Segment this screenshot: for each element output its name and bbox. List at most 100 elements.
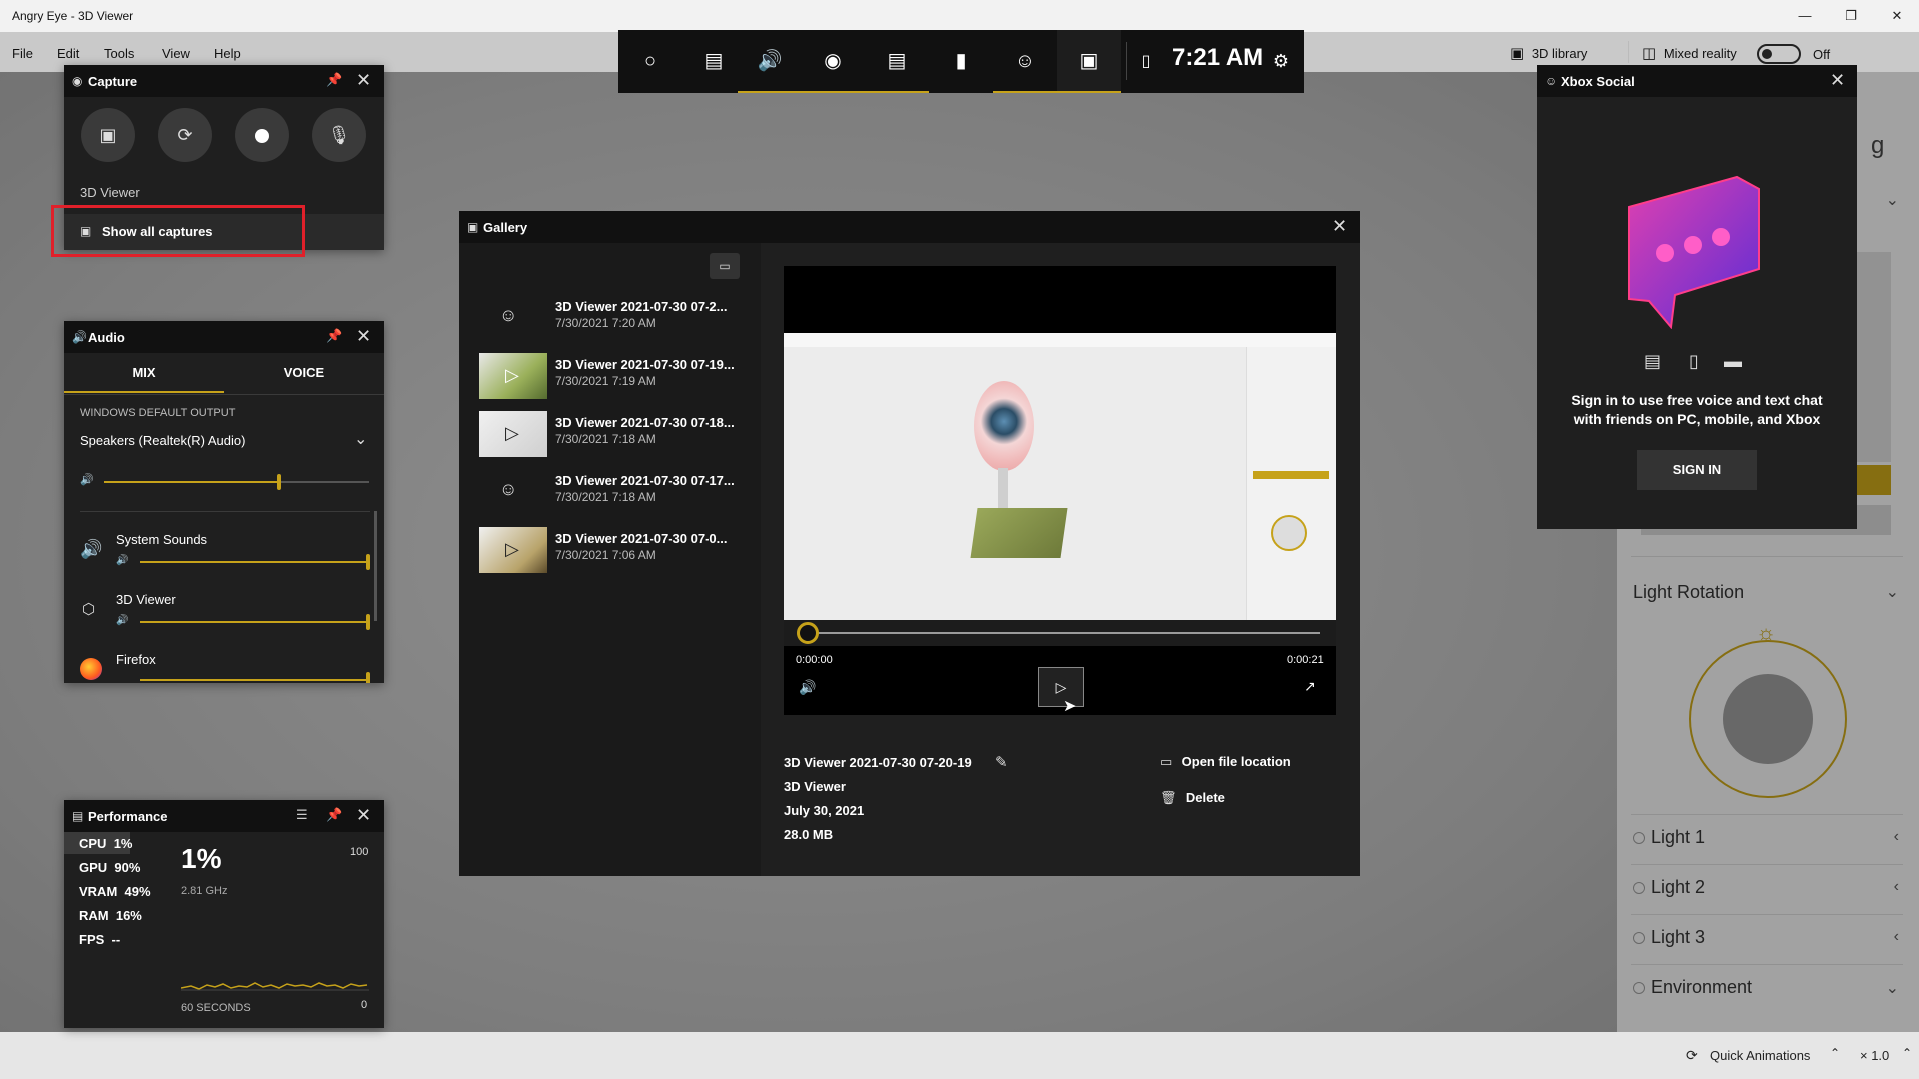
resources-widget-icon[interactable]: ▮: [929, 30, 993, 93]
mic-toggle-button[interactable]: 🎙: [312, 108, 366, 162]
capture-source: 3D Viewer: [80, 185, 140, 200]
close-icon[interactable]: ✕: [356, 805, 371, 826]
play-button[interactable]: ▷: [1038, 667, 1084, 707]
play-icon: ▷: [1055, 679, 1067, 695]
sign-in-message: Sign in to use free voice and text chat …: [1571, 392, 1823, 427]
tab-voice[interactable]: VOICE: [224, 353, 384, 393]
stat-gpu[interactable]: GPU 90%: [79, 860, 140, 875]
audio-widget: 🔊 Audio 📌 ✕ MIX VOICE WINDOWS DEFAULT OU…: [64, 321, 384, 683]
app-name: Firefox: [116, 652, 156, 667]
video-thumbnail: ▷: [479, 527, 547, 573]
stat-cpu[interactable]: CPU 1%: [79, 836, 132, 851]
output-device[interactable]: Speakers (Realtek(R) Audio): [80, 433, 245, 448]
capture-app: 3D Viewer: [784, 779, 846, 794]
library-button[interactable]: ▣ 3D library: [1510, 44, 1587, 62]
app-volume-thumb[interactable]: [366, 672, 370, 683]
pin-icon[interactable]: 📌: [326, 328, 342, 344]
time-current: 0:00:00: [796, 654, 833, 666]
scrollbar[interactable]: [374, 511, 377, 621]
pin-icon[interactable]: 📌: [326, 72, 342, 88]
stat-fps[interactable]: FPS --: [79, 932, 120, 947]
chevron-up-icon[interactable]: ⌃: [1902, 1046, 1912, 1060]
speed-multiplier[interactable]: × 1.0: [1860, 1048, 1889, 1063]
xbox-icon[interactable]: ○: [618, 30, 682, 93]
chevron-up-icon[interactable]: ⌃: [1830, 1046, 1840, 1060]
menu-tools[interactable]: Tools: [104, 46, 134, 61]
pin-icon[interactable]: 📌: [326, 807, 342, 823]
xbox-social-header: ☺ Xbox Social ✕: [1537, 65, 1857, 97]
close-icon[interactable]: ✕: [1830, 70, 1845, 91]
video-side-panel: [1246, 347, 1336, 620]
app-name: System Sounds: [116, 532, 208, 547]
item-title: 3D Viewer 2021-07-30 07-17...: [555, 473, 735, 488]
app-volume-slider[interactable]: [140, 621, 370, 623]
performance-graph: [181, 982, 369, 991]
menu-help[interactable]: Help: [214, 46, 241, 61]
open-file-location-button[interactable]: ▭ Open file location: [1160, 754, 1291, 770]
item-title: 3D Viewer 2021-07-30 07-0...: [555, 531, 728, 546]
capture-name: 3D Viewer 2021-07-30 07-20-19: [784, 755, 972, 770]
stat-ram[interactable]: RAM 16%: [79, 908, 142, 923]
settings-gear-icon[interactable]: ⚙: [1258, 30, 1304, 93]
performance-widget-icon[interactable]: ▤: [865, 30, 929, 93]
mouse-icon[interactable]: ▯: [1126, 30, 1166, 93]
close-window-button[interactable]: ✕: [1877, 4, 1917, 28]
sign-in-button[interactable]: SIGN IN: [1637, 450, 1757, 490]
tab-mix[interactable]: MIX: [64, 353, 224, 393]
screenshot-placeholder-icon: ☺: [499, 305, 518, 325]
progress-track[interactable]: [810, 632, 1320, 634]
quick-animations-button[interactable]: Quick Animations: [1710, 1048, 1810, 1063]
close-icon[interactable]: ✕: [356, 70, 371, 91]
close-icon[interactable]: ✕: [1332, 216, 1347, 237]
master-volume-thumb[interactable]: [276, 474, 281, 490]
xbox-social-widget-icon[interactable]: ☺: [993, 30, 1057, 93]
app-volume-slider[interactable]: [140, 679, 370, 681]
progress-thumb[interactable]: [797, 622, 819, 644]
eye-model: [974, 381, 1034, 471]
stat-vram[interactable]: VRAM 49%: [79, 884, 151, 899]
close-icon[interactable]: ✕: [356, 326, 371, 347]
xbox-social-title: Xbox Social: [1561, 74, 1635, 89]
list-item[interactable]: ▷ 3D Viewer 2021-07-30 07-18... 7/30/202…: [479, 411, 759, 465]
menu-view[interactable]: View: [162, 46, 190, 61]
mixed-reality-toggle[interactable]: [1757, 44, 1801, 64]
start-recording-button[interactable]: [235, 108, 289, 162]
audio-widget-icon[interactable]: 🔊: [738, 30, 802, 93]
screenshot-button[interactable]: ▣: [81, 108, 135, 162]
mixed-reality-icon: ◫: [1642, 45, 1657, 62]
app-volume-thumb[interactable]: [366, 554, 370, 570]
list-item[interactable]: ☺ 3D Viewer 2021-07-30 07-17... 7/30/202…: [479, 469, 759, 523]
friends-icon: ☺: [1545, 74, 1558, 88]
popout-icon[interactable]: ↗: [1304, 678, 1316, 695]
master-volume-fill: [104, 481, 279, 483]
mixed-reality-button[interactable]: ◫ Mixed reality: [1642, 44, 1737, 62]
record-last-button[interactable]: ⟳: [158, 108, 212, 162]
video-frame: [784, 333, 1336, 620]
cube-icon: ▣: [1510, 45, 1525, 62]
library-label: 3D library: [1531, 46, 1588, 61]
menu-file[interactable]: File: [12, 46, 33, 61]
widget-menu-icon[interactable]: ▤: [682, 30, 746, 93]
menu-edit[interactable]: Edit: [57, 46, 79, 61]
app-volume-thumb[interactable]: [366, 614, 370, 630]
volume-icon[interactable]: 🔊: [799, 679, 816, 696]
screenshot-placeholder-icon: ☺: [499, 479, 518, 499]
options-icon[interactable]: ☰: [296, 807, 308, 823]
folder-icon[interactable]: ▭: [710, 253, 740, 279]
maximize-button[interactable]: ❐: [1831, 4, 1871, 28]
minimize-button[interactable]: —: [1785, 4, 1825, 28]
capture-widget-icon[interactable]: ◉: [801, 30, 865, 93]
edit-pencil-icon[interactable]: ✎: [995, 753, 1008, 771]
volume-icon: 🔊: [80, 474, 94, 486]
animation-icon: ⟳: [1686, 1047, 1698, 1063]
list-item[interactable]: ▷ 3D Viewer 2021-07-30 07-19... 7/30/202…: [479, 353, 759, 407]
delete-button[interactable]: 🗑 Delete: [1160, 790, 1225, 806]
gallery-title: Gallery: [483, 220, 528, 235]
system-sounds-icon: 🔊: [80, 539, 103, 559]
chevron-down-icon[interactable]: ⌄: [354, 429, 367, 449]
rewind-record-icon: ⟳: [177, 125, 193, 145]
gallery-widget-icon[interactable]: ▣: [1057, 30, 1121, 93]
list-item[interactable]: ▷ 3D Viewer 2021-07-30 07-0... 7/30/2021…: [479, 527, 759, 581]
list-item[interactable]: ☺ 3D Viewer 2021-07-30 07-2... 7/30/2021…: [479, 295, 759, 349]
app-volume-slider[interactable]: [140, 561, 370, 563]
